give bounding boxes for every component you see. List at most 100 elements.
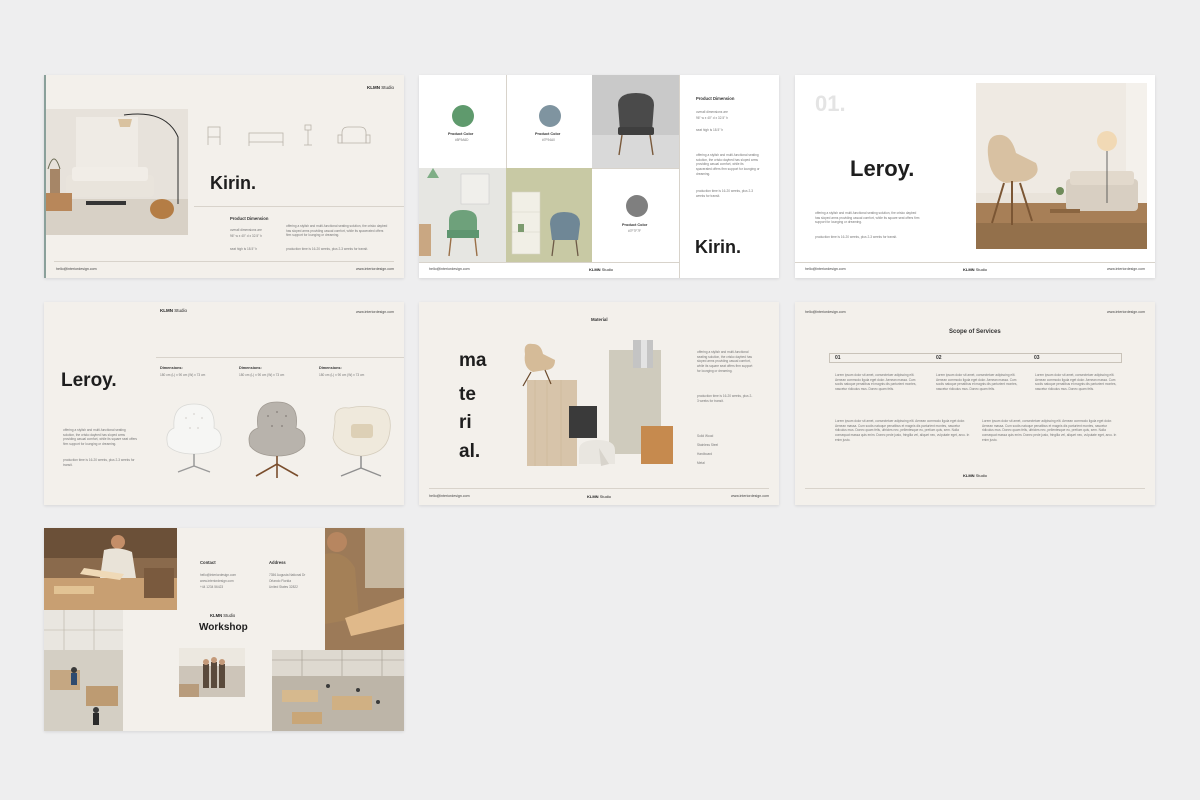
footer-divider xyxy=(795,262,1155,263)
contact-line[interactable]: hello@interiordesign.com xyxy=(200,573,236,578)
lounge-chair-room-photo xyxy=(976,83,1147,249)
white-tufted-chair-image xyxy=(166,403,222,473)
material-description: offering a stylish and multi-functional … xyxy=(697,350,753,373)
dimension-label: Dimensions: xyxy=(160,366,183,370)
address-label: Address xyxy=(269,560,286,565)
dimension-line: seat high is 18.5" h xyxy=(696,128,724,132)
slide-leroy-feature[interactable]: 01. Leroy. offering a stylish and multi-… xyxy=(795,75,1155,278)
section-title: Scope of Services xyxy=(949,329,1001,335)
swatch-code: #7F94A0 xyxy=(542,138,555,142)
dimension-line: overall dimensions are xyxy=(696,110,728,114)
slide-title: Leroy. xyxy=(850,156,915,181)
header-email[interactable]: hello@interiordesign.com xyxy=(805,310,846,314)
brand-logo: KLMN Studio xyxy=(963,473,988,478)
living-room-photo xyxy=(46,109,188,235)
header-website[interactable]: www.interiordesign.com xyxy=(1107,310,1145,314)
footer-email[interactable]: hello@interiordesign.com xyxy=(56,267,97,271)
footer-divider xyxy=(54,261,394,262)
color-swatch[interactable] xyxy=(539,105,561,127)
service-number: 03 xyxy=(1034,355,1040,361)
swatch-code: #5F9A6D xyxy=(455,138,469,142)
footer-divider xyxy=(805,488,1145,489)
product-dimension-label: Product Dimension xyxy=(696,96,735,101)
furniture-line-icons xyxy=(207,124,371,146)
footer-divider xyxy=(419,262,679,263)
slide-kirin-colors[interactable]: Product Color #5F9A6D Product Color #7F9… xyxy=(419,75,779,278)
product-description: offering a stylish and multi-functional … xyxy=(696,153,760,176)
production-time: production time is 16-20 weeks, plus 2-3… xyxy=(697,394,753,403)
cream-chair-image xyxy=(332,406,391,477)
material-word-line: ri xyxy=(459,412,472,433)
grid-line xyxy=(679,75,680,278)
services-number-row xyxy=(829,353,1122,363)
contact-line: +44 1234 56423 xyxy=(200,585,224,589)
product-description: offering a stylish and multi-functional … xyxy=(286,224,388,238)
product-description: offering a stylish and multi-functional … xyxy=(63,428,137,446)
slide-title: Leroy. xyxy=(61,370,117,391)
slide-leroy-dimensions[interactable]: KLMN Studio www.interiordesign.com Leroy… xyxy=(44,302,404,505)
material-heading: Material xyxy=(591,317,608,322)
brand-logo: KLMN Studio xyxy=(210,613,236,618)
production-time: production time is 16-20 weeks, plus 2-3… xyxy=(286,247,369,251)
slide-workshop[interactable]: Contact hello@interiordesign.com www.int… xyxy=(44,528,404,731)
footer-divider xyxy=(429,488,769,489)
material-word-line: te xyxy=(459,384,476,405)
dimension-label: Dimensions: xyxy=(239,366,262,370)
green-chair-photo xyxy=(419,168,506,262)
blue-chair-photo xyxy=(506,168,592,262)
service-number: 01 xyxy=(835,355,841,361)
dimension-label: Dimensions: xyxy=(319,366,342,370)
grey-chair-photo xyxy=(592,75,679,168)
dimension-line: 96" w x 40" d x 32.5" h xyxy=(230,234,262,238)
slide-scope-of-services[interactable]: hello@interiordesign.com www.interiordes… xyxy=(795,302,1155,505)
service-wide-text: Lorem ipsum dolor sit amet, consectetuer… xyxy=(835,419,970,442)
factory-floor-photo xyxy=(272,650,404,731)
grey-tufted-chair-image xyxy=(248,401,306,478)
color-swatch[interactable] xyxy=(452,105,474,127)
material-item: Solid Wood xyxy=(697,434,714,438)
contact-label: Contact xyxy=(200,560,216,565)
contact-line[interactable]: www.interiordesign.com xyxy=(200,579,234,584)
color-swatch[interactable] xyxy=(626,195,648,217)
footer-email[interactable]: hello@interiordesign.com xyxy=(429,267,470,271)
footer-website[interactable]: www.interiordesign.com xyxy=(1107,267,1145,271)
header-website[interactable]: www.interiordesign.com xyxy=(356,310,394,314)
workshop-hall-photo xyxy=(44,610,123,731)
footer-email[interactable]: hello@interiordesign.com xyxy=(429,494,470,498)
production-time: production time is 16-20 weeks, plus 2-3… xyxy=(63,458,135,467)
swatch-label: Product Color xyxy=(535,132,561,136)
service-wide-text: Lorem ipsum dolor sit amet, consectetuer… xyxy=(982,419,1117,442)
address-line: 7356 Augusta National Dr xyxy=(269,573,306,577)
service-text: Lorem ipsum dolor sit amet, consectetuer… xyxy=(936,373,1018,391)
material-word-line: al. xyxy=(459,441,481,462)
product-description: offering a stylish and multi-functional … xyxy=(815,211,920,225)
footer-email[interactable]: hello@interiordesign.com xyxy=(805,267,846,271)
material-word-line: ma xyxy=(459,350,487,371)
footer-website[interactable]: www.interiordesign.com xyxy=(731,494,769,498)
address-line: United States 32822 xyxy=(269,585,298,589)
carpenter-photo xyxy=(325,528,404,650)
brand-logo: KLMN Studio xyxy=(589,267,614,272)
slide-title: Kirin. xyxy=(210,173,257,193)
dimension-line: overall dimensions are xyxy=(230,228,262,232)
swatch-label: Product Color xyxy=(448,132,474,136)
service-text: Lorem ipsum dolor sit amet, consectetuer… xyxy=(1035,373,1117,391)
divider xyxy=(194,206,404,207)
material-moodboard xyxy=(522,340,673,466)
footer-website[interactable]: www.interiordesign.com xyxy=(356,267,394,271)
service-number: 02 xyxy=(936,355,942,361)
swatch-code: #7F7F7F xyxy=(628,229,641,233)
slide-number: 01. xyxy=(815,91,846,116)
production-time: production time is 16-20 weeks, plus 2-3… xyxy=(815,235,898,239)
service-text: Lorem ipsum dolor sit amet, consectetuer… xyxy=(835,373,917,391)
slide-title: Kirin. xyxy=(695,237,742,257)
slide-kirin-interior[interactable]: KLMN Studio Kirin. Product Dimension ove… xyxy=(44,75,404,278)
team-photo xyxy=(179,648,245,697)
dimension-value: 180 cm (L) x 90 cm (W) x 73 cm xyxy=(319,373,365,377)
address-line: Orlando Florida xyxy=(269,579,291,583)
slide-material[interactable]: Material ma te ri al. offering a stylish… xyxy=(419,302,779,505)
swatch-label: Product Color xyxy=(622,223,648,227)
material-item: Hardboard xyxy=(697,452,713,456)
dimension-line: 96" w x 40" d x 32.5" h xyxy=(696,116,728,120)
material-item: Metal xyxy=(697,461,705,465)
